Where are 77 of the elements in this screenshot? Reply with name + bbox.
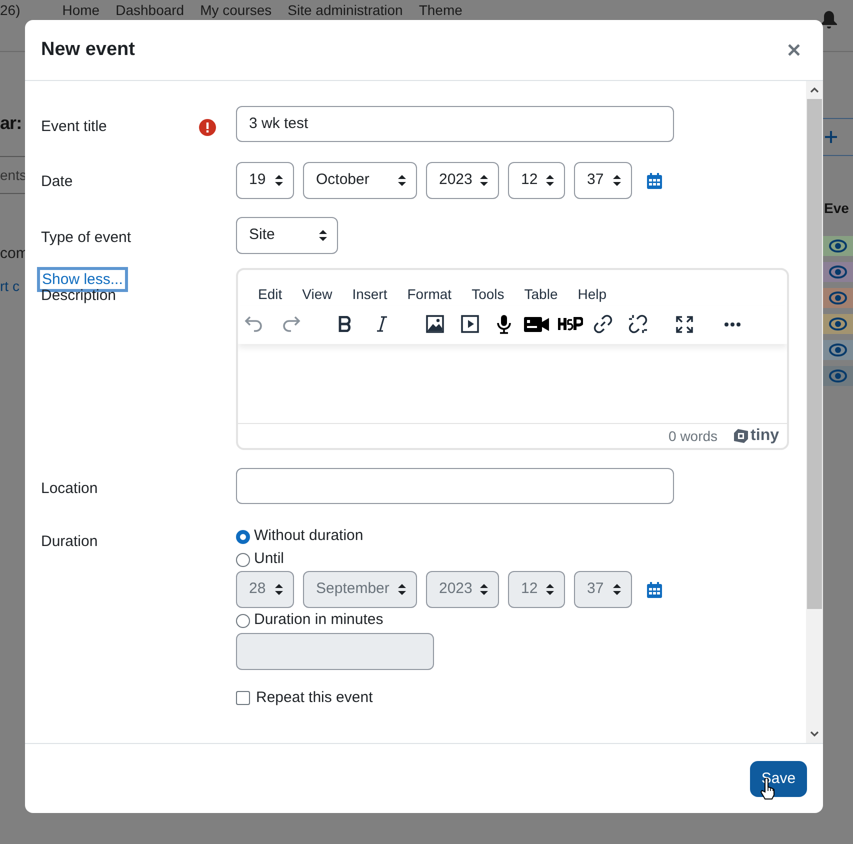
nav-link[interactable]: Theme [418, 2, 462, 19]
more-icon[interactable] [724, 322, 741, 326]
menu-item[interactable]: Edit [248, 283, 292, 306]
scroll-up-icon[interactable] [810, 87, 819, 93]
rich-text-editor[interactable]: Edit View Insert Format Tools Table Help 0 words tiny [236, 268, 789, 450]
video-camera-icon[interactable] [524, 316, 549, 332]
sort-arrows-icon [275, 175, 283, 186]
sort-arrows-icon [613, 175, 621, 186]
sort-arrows-icon [398, 175, 406, 186]
sort-arrows-icon [613, 584, 621, 595]
menu-item[interactable]: Tools [462, 283, 514, 306]
dialog-title: New event [41, 38, 135, 62]
italic-icon[interactable] [376, 316, 388, 332]
sort-arrows-icon [398, 584, 406, 595]
dropdown[interactable]: 19 [236, 162, 294, 199]
nav-link[interactable]: My courses [200, 2, 272, 19]
checkbox-option[interactable]: Repeat this event [236, 687, 789, 710]
microphone-icon[interactable] [497, 314, 511, 334]
field-label: Duration [41, 532, 98, 552]
close-icon[interactable] [786, 42, 802, 58]
redo-icon[interactable] [281, 315, 301, 333]
sort-arrows-icon [546, 584, 554, 595]
menu-item[interactable]: Help [568, 283, 617, 306]
event-type-tag[interactable] [823, 366, 853, 386]
field-label: Type of event [41, 228, 132, 248]
field-label: Description [41, 286, 116, 306]
calendar-icon[interactable] [647, 172, 662, 188]
link-icon[interactable] [593, 314, 613, 334]
field-label: Event title [41, 117, 107, 137]
image-icon[interactable] [426, 315, 444, 333]
text-field[interactable] [236, 468, 674, 504]
dropdown[interactable]: 37 [574, 162, 632, 199]
dropdown[interactable]: 12 [508, 162, 565, 199]
field-label: Location [41, 479, 98, 499]
menu-item[interactable]: View [292, 283, 342, 306]
menu-item[interactable]: Insert [342, 283, 398, 306]
scrollbar[interactable] [806, 81, 823, 743]
nav-link[interactable]: Dashboard [116, 2, 184, 19]
side-heading: Eve [824, 199, 849, 218]
event-type-tag[interactable] [823, 262, 853, 282]
show-less-link[interactable]: Show less... [40, 270, 125, 289]
event-type-tag[interactable] [823, 340, 853, 360]
tiny-logo[interactable]: tiny [734, 424, 779, 448]
text-field[interactable]: 3 wk test [236, 106, 674, 142]
menu-item[interactable]: Table [514, 283, 568, 306]
scroll-down-icon[interactable] [810, 731, 819, 737]
undo-icon[interactable] [244, 315, 264, 333]
dropdown[interactable]: 2023 [426, 162, 499, 199]
unlink-icon[interactable] [628, 314, 648, 334]
site-name: 26) [0, 2, 20, 19]
event-type-tag[interactable] [823, 236, 853, 256]
event-type-tag[interactable] [823, 314, 853, 334]
page-heading: ar: [0, 112, 22, 135]
plus-icon[interactable] [825, 131, 837, 143]
required-icon [199, 116, 216, 138]
scroll-thumb[interactable] [807, 99, 822, 609]
field-label: Date [41, 172, 73, 192]
sort-arrows-icon [546, 175, 554, 186]
radio-option[interactable]: Without duration [236, 525, 789, 548]
menu-item[interactable]: Format [397, 283, 462, 306]
event-type-tag[interactable] [823, 288, 853, 308]
h5p-logo-icon[interactable] [558, 317, 583, 331]
sort-arrows-icon [480, 175, 488, 186]
nav-link[interactable]: Home [62, 2, 100, 19]
bold-icon[interactable] [338, 316, 352, 332]
fullscreen-icon[interactable] [676, 316, 693, 332]
dropdown[interactable]: Site [236, 217, 338, 254]
bell-icon[interactable] [821, 11, 837, 29]
video-play-icon[interactable] [461, 315, 479, 333]
dropdown[interactable]: October [303, 162, 417, 199]
radio-option[interactable]: Duration in minutes [236, 609, 789, 632]
sort-arrows-icon [480, 584, 488, 595]
sort-arrows-icon [275, 584, 283, 595]
sort-arrows-icon [319, 230, 327, 241]
radio-option[interactable]: Until [236, 548, 789, 571]
nav-link[interactable]: Site administration [288, 2, 403, 19]
word-count: 0 words [668, 426, 718, 446]
